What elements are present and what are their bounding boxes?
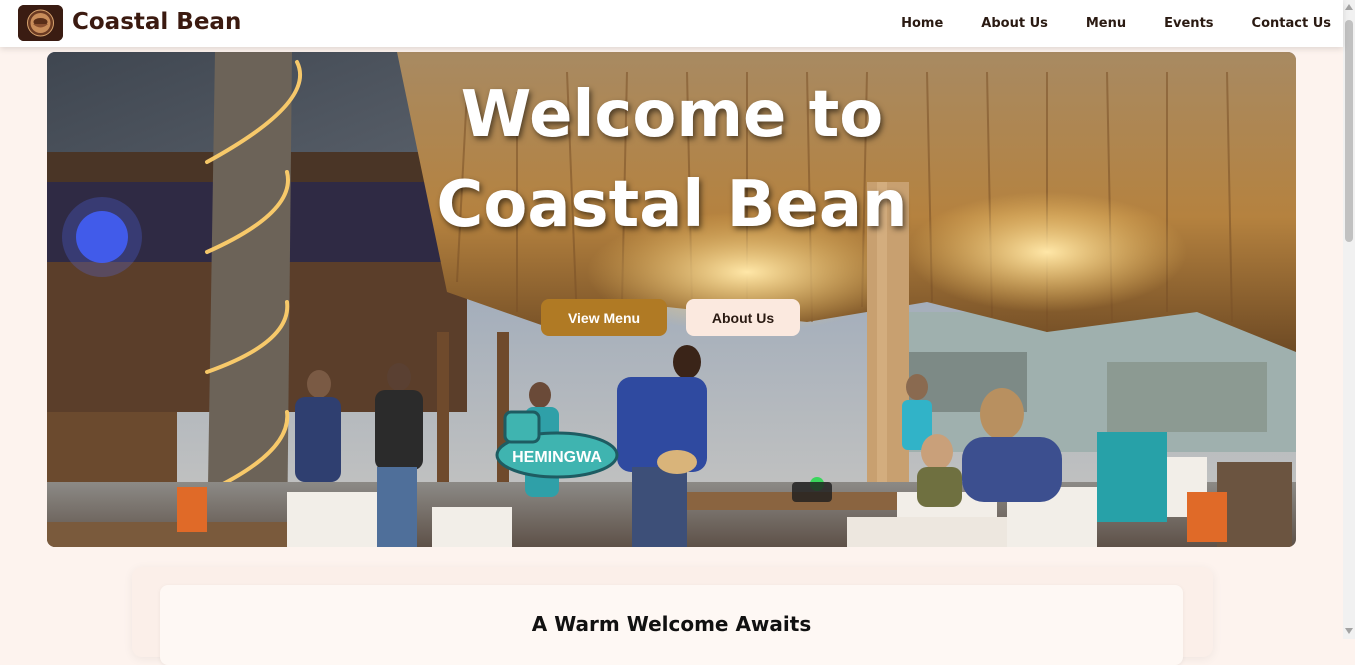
about-us-button[interactable]: About Us — [686, 299, 800, 336]
scroll-up-arrow-icon[interactable] — [1345, 4, 1353, 10]
top-navbar: Coastal Bean Home About Us Menu Events C… — [0, 0, 1343, 47]
nav-home-link[interactable]: Home — [901, 16, 943, 31]
brand-name[interactable]: Coastal Bean — [72, 9, 241, 35]
nav-about-link[interactable]: About Us — [981, 16, 1048, 31]
hemingway-sign-text: HEMINGWA — [512, 449, 602, 466]
hero-banner: HEMINGWA Welcome to Coastal Bean View Me… — [47, 52, 1296, 547]
scrollbar-thumb[interactable] — [1345, 20, 1353, 242]
scroll-down-arrow-icon[interactable] — [1345, 628, 1353, 634]
welcome-section: A Warm Welcome Awaits — [132, 567, 1213, 665]
hero-title: Welcome to Coastal Bean — [436, 78, 908, 242]
view-menu-button[interactable]: View Menu — [541, 299, 667, 336]
welcome-title: A Warm Welcome Awaits — [531, 612, 812, 636]
nav-menu-link[interactable]: Menu — [1086, 16, 1126, 31]
welcome-card: A Warm Welcome Awaits — [160, 585, 1183, 665]
main-nav: Home About Us Menu Events Contact Us — [863, 0, 1331, 47]
page-scrollbar[interactable] — [1343, 0, 1355, 639]
nav-events-link[interactable]: Events — [1164, 16, 1213, 31]
coffee-cup-logo-icon[interactable] — [18, 5, 63, 41]
nav-contact-link[interactable]: Contact Us — [1252, 16, 1331, 31]
